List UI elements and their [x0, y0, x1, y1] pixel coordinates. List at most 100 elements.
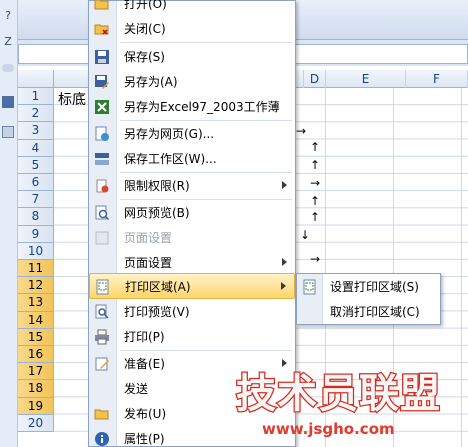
submenu-arrow-icon [282, 359, 287, 367]
menu-item-label: 打印区域(A) [125, 280, 191, 294]
menu-item-label: 打开(O) [124, 0, 167, 11]
menu-item-label: 另存为(A) [124, 75, 178, 89]
menu-item-label: 页面设置 [124, 231, 173, 245]
printer-icon [95, 329, 109, 345]
menu-item-label: 打印预览(V) [124, 305, 190, 319]
row-header-18[interactable]: 18 [18, 380, 54, 398]
cell-arrow-up-icon: ↑ [310, 158, 321, 172]
menu-item-save[interactable]: 保存(S) [89, 44, 295, 70]
row-header-19[interactable]: 19 [18, 397, 54, 415]
cell-arrow-right-icon: → [296, 124, 307, 138]
row-header-8[interactable]: 8 [18, 208, 54, 226]
submenu-arrow-icon [281, 282, 286, 290]
column-header-e[interactable]: E [326, 70, 406, 88]
cell-arrow-up-icon: ↑ [310, 140, 321, 154]
menu-item-open[interactable]: 打开(O) [89, 0, 295, 17]
submenu-item-label: 取消打印区域(C) [330, 305, 420, 319]
row-header-7[interactable]: 7 [18, 191, 54, 209]
toolbar-chart-icon[interactable] [2, 96, 14, 108]
save-disk-icon [95, 50, 109, 64]
set-print-area-icon [303, 279, 316, 295]
menu-item-save-workspace[interactable]: 保存工作区(W)... [89, 146, 295, 172]
menu-item-print-preview[interactable]: 打印预览(V) [89, 299, 295, 325]
menu-item-print[interactable]: 打印(P) [89, 324, 295, 350]
menu-item-restrict-permission[interactable]: 限制权限(R) [89, 173, 295, 199]
cell-a1-text[interactable]: 标底 [58, 89, 86, 109]
menu-item-label: 限制权限(R) [124, 179, 190, 193]
menu-item-label: 另存为网页(G)... [124, 127, 215, 141]
row-header-10[interactable]: 10 [18, 242, 54, 260]
menu-item-label: 保存工作区(W)... [124, 152, 217, 166]
column-header-d[interactable]: D [304, 70, 326, 88]
row-header-4[interactable]: 4 [18, 139, 54, 157]
select-all-corner[interactable] [18, 70, 54, 88]
row-headers: 1 2 3 4 5 6 7 8 9 10 11 12 13 14 15 16 1… [18, 88, 54, 447]
menu-item-save-as-web-page[interactable]: 另存为网页(G)... [89, 121, 295, 147]
help-icon[interactable]: ? [2, 10, 14, 22]
workspace-icon [95, 153, 109, 165]
print-area-submenu: 设置打印区域(S) 取消打印区域(C) [296, 273, 441, 325]
watermark-title: 技术员联盟 [235, 371, 442, 418]
submenu-arrow-icon [282, 258, 287, 266]
web-page-icon [95, 126, 109, 141]
page-setup-icon [95, 231, 109, 245]
menu-item-label: 发布(U) [124, 407, 167, 421]
cell-arrow-right-icon: → [310, 252, 321, 266]
row-header-12[interactable]: 12 [18, 277, 54, 295]
properties-icon [95, 432, 109, 446]
row-header-15[interactable]: 15 [18, 328, 54, 346]
permission-icon [96, 179, 109, 193]
menu-item-label: 网页预览(B) [124, 206, 190, 220]
scroll-knob-icon[interactable] [2, 64, 14, 72]
row-header-14[interactable]: 14 [18, 311, 54, 329]
print-area-icon [96, 279, 109, 295]
row-header-6[interactable]: 6 [18, 174, 54, 192]
menu-item-web-preview[interactable]: 网页预览(B) [89, 200, 295, 226]
cell-arrow-right-icon: → [310, 176, 321, 190]
open-folder-icon [94, 0, 109, 10]
left-toolbar: ? Z [0, 0, 18, 447]
sort-icon[interactable]: Z [2, 36, 14, 48]
menu-item-label: 属性(P) [124, 432, 165, 446]
submenu-item-set-print-area[interactable]: 设置打印区域(S) [297, 275, 440, 300]
row-header-17[interactable]: 17 [18, 363, 54, 381]
submenu-item-clear-print-area[interactable]: 取消打印区域(C) [297, 300, 440, 325]
submenu-arrow-icon [282, 181, 287, 189]
row-header-16[interactable]: 16 [18, 346, 54, 364]
cell-arrow-up-icon: ↑ [310, 210, 321, 224]
row-header-20[interactable]: 20 [18, 414, 54, 432]
submenu-item-label: 设置打印区域(S) [330, 280, 419, 294]
excel-save-icon [95, 100, 109, 114]
menu-item-save-as[interactable]: 另存为(A) [89, 69, 295, 95]
close-folder-icon [94, 24, 109, 35]
cell-arrow-down-icon: ↓ [300, 228, 311, 242]
menu-item-page-setup-disabled: 页面设置 [89, 225, 295, 251]
web-preview-icon [95, 205, 110, 221]
menu-item-label: 发送 [124, 382, 149, 396]
menu-separator [120, 42, 292, 43]
menu-item-save-as-excel97[interactable]: 另存为Excel97_2003工作薄 [89, 94, 295, 120]
save-as-icon [95, 75, 109, 89]
menu-item-print-area[interactable]: 打印区域(A) [89, 273, 295, 299]
menu-item-label: 准备(E) [124, 357, 165, 371]
menu-item-label: 另存为Excel97_2003工作薄 [124, 100, 280, 114]
row-header-1[interactable]: 1 [18, 88, 54, 106]
row-header-9[interactable]: 9 [18, 225, 54, 243]
row-header-3[interactable]: 3 [18, 122, 54, 140]
row-header-11[interactable]: 11 [18, 260, 54, 278]
column-header-f[interactable]: F [406, 70, 468, 88]
row-header-13[interactable]: 13 [18, 294, 54, 312]
watermark-url: www.jsgho.com [262, 420, 395, 438]
row-header-2[interactable]: 2 [18, 105, 54, 123]
cell-arrow-up-icon: ↑ [310, 194, 321, 208]
menu-item-label: 打印(P) [124, 330, 165, 344]
prepare-icon [95, 357, 109, 371]
publish-icon [94, 409, 109, 420]
row-header-5[interactable]: 5 [18, 156, 54, 174]
print-preview-icon [95, 304, 109, 319]
menu-item-close[interactable]: 关闭(C) [89, 16, 295, 42]
menu-item-label: 关闭(C) [124, 22, 166, 36]
menu-item-label: 保存(S) [124, 50, 165, 64]
menu-item-label: 页面设置 [124, 256, 173, 270]
toolbar-table-icon[interactable] [2, 126, 14, 138]
